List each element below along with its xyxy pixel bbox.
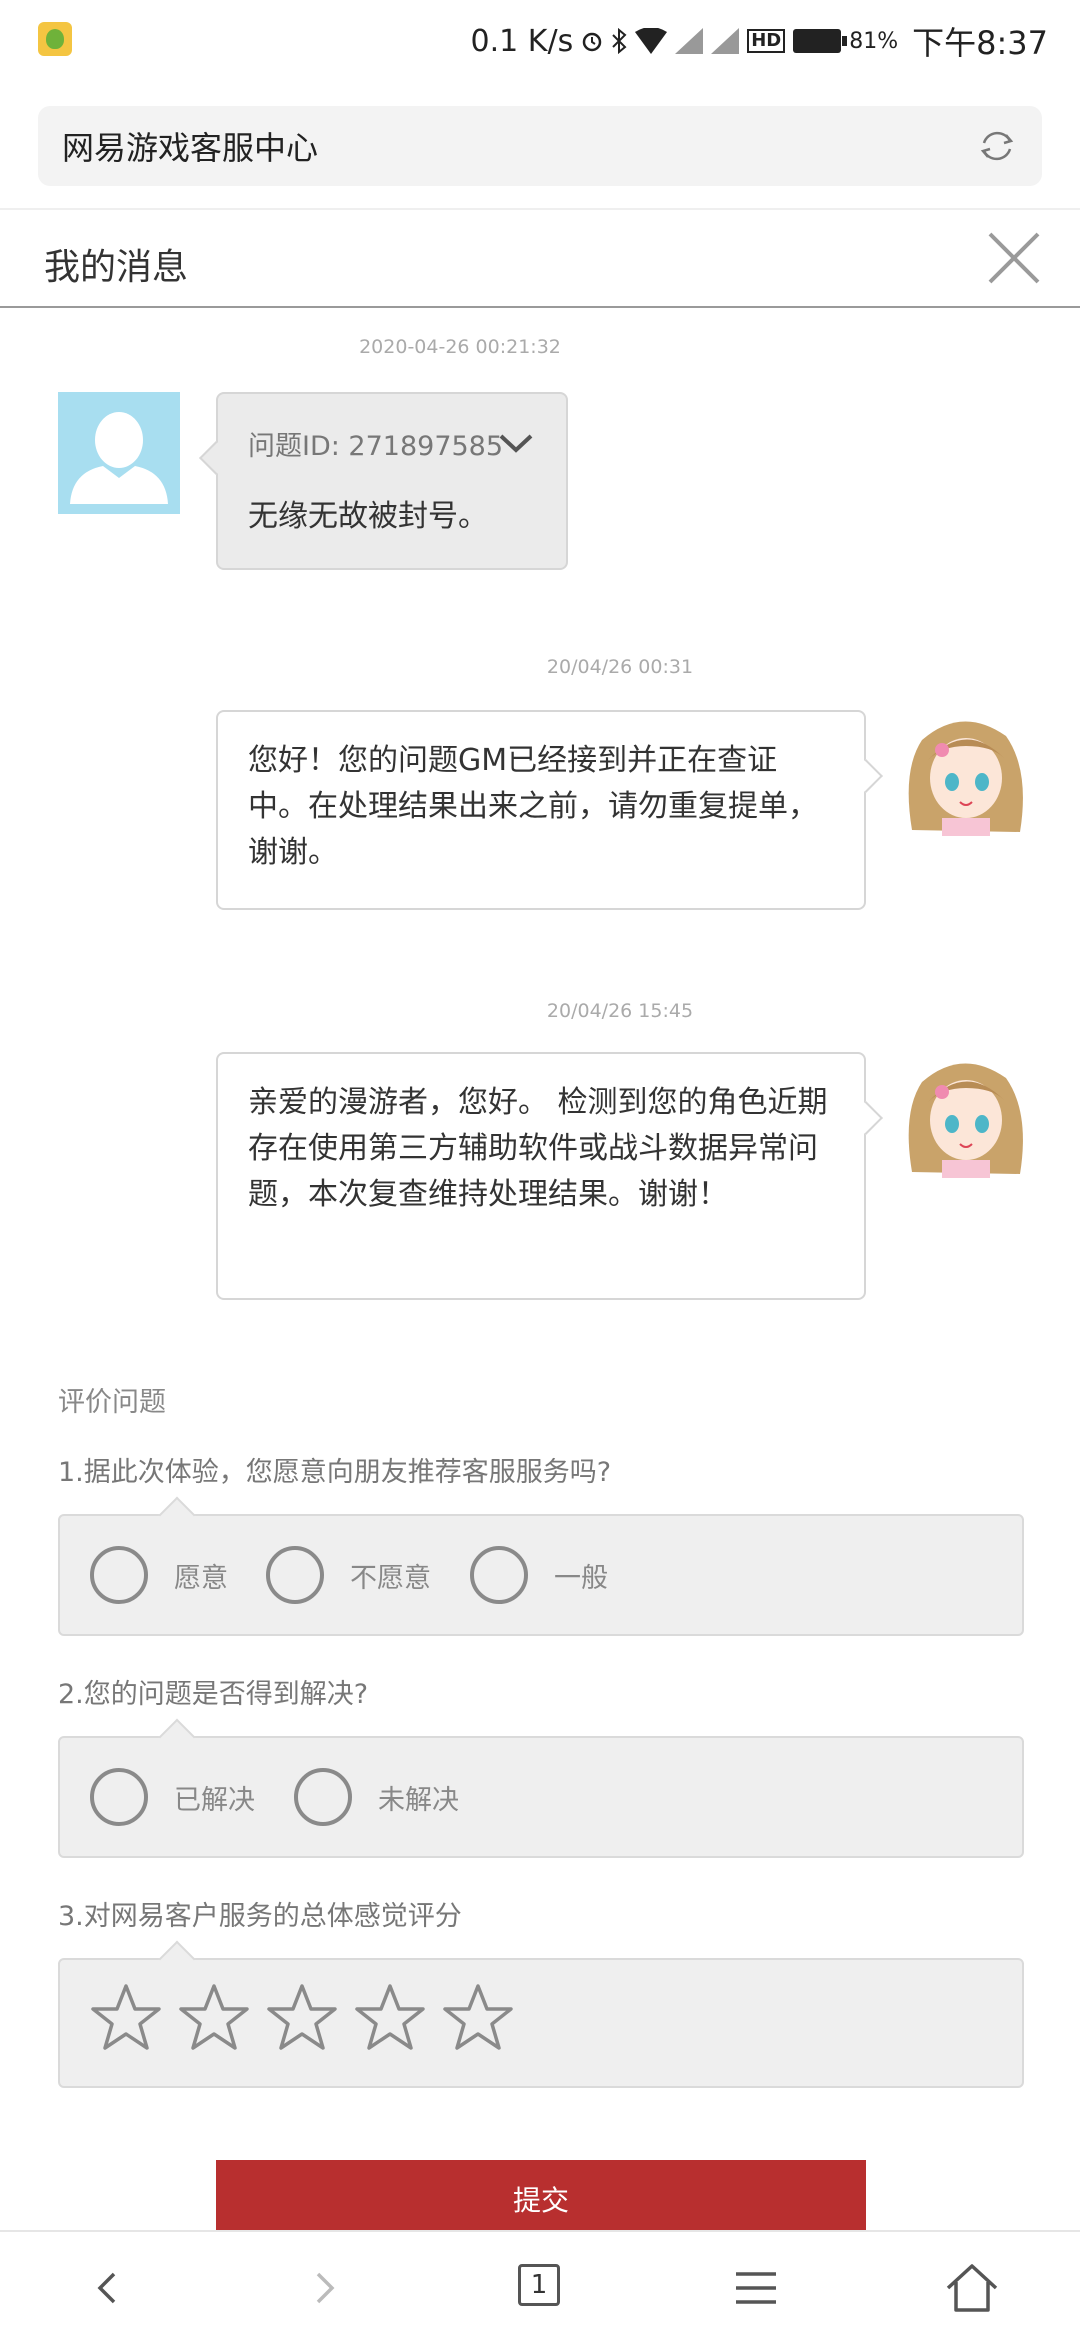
question-1: 1.据此次体验，您愿意向朋友推荐客服服务吗? [58,1457,612,1488]
hd-badge: HD [747,29,786,53]
star-icon[interactable] [90,1982,162,2054]
radio-unwilling[interactable]: 不愿意 [266,1516,431,1634]
question-3: 3.对网易客户服务的总体感觉评分 [58,1901,462,1932]
default-user-icon [70,412,168,504]
network-speed: 0.1 K/s [470,23,574,59]
radio-circle[interactable] [470,1546,528,1604]
user-message-bubble: 问题ID: 271897585 无缘无故被封号。 [216,392,568,570]
menu-icon[interactable] [726,2258,786,2318]
user-avatar [58,392,180,514]
bluetooth-icon [612,28,627,54]
address-bar[interactable]: 网易游戏客服中心 [38,106,1042,186]
battery-percent: 81% [849,28,899,54]
refresh-icon[interactable] [976,125,1018,167]
star-icon[interactable] [442,1982,514,2054]
battery-icon [793,29,848,53]
radio-label: 愿意 [174,1562,228,1594]
radio-label: 不愿意 [350,1562,431,1594]
radio-label: 已解决 [174,1784,255,1816]
radio-unresolved[interactable]: 未解决 [294,1738,459,1856]
bottom-nav: 1 [0,2230,1080,2340]
recommend-options: 愿意 不愿意 一般 [58,1514,1024,1636]
message-timestamp: 20/04/26 15:45 [546,1000,694,1022]
tabs-button[interactable]: 1 [518,2264,560,2306]
radio-circle[interactable] [90,1546,148,1604]
radio-label: 一般 [554,1562,608,1594]
rating-box [58,1958,1024,2088]
star-icon[interactable] [354,1982,426,2054]
status-bar: 0.1 K/s HD 81% 下午8:37 [0,0,1080,82]
radio-circle[interactable] [90,1768,148,1826]
issue-id: 问题ID: 271897585 [248,431,504,462]
message-timestamp: 2020-04-26 00:21:32 [359,336,561,358]
evaluation-section-label: 评价问题 [58,1387,166,1418]
gm-avatar-image [902,710,1028,836]
gm-avatar [902,1052,1028,1178]
gm-avatar-image [902,1052,1028,1178]
question-2: 2.您的问题是否得到解决? [58,1679,369,1710]
radio-resolved[interactable]: 已解决 [90,1738,255,1856]
submit-button[interactable]: 提交 [216,2160,866,2238]
home-icon[interactable] [942,2258,1002,2318]
app-notification-icon [38,22,72,56]
title-bar: 我的消息 [0,210,1080,308]
gm-message-bubble: 您好！您的问题GM已经接到并正在查证中。在处理结果出来之前，请勿重复提单，谢谢。 [216,710,866,910]
gm-message-bubble: 亲爱的漫游者，您好。 检测到您的角色近期存在使用第三方辅助软件或战斗数据异常问题… [216,1052,866,1300]
radio-willing[interactable]: 愿意 [90,1516,228,1634]
radio-circle[interactable] [266,1546,324,1604]
star-icon[interactable] [178,1982,250,2054]
radio-label: 未解决 [378,1784,459,1816]
page-title: 我的消息 [44,247,189,288]
chevron-down-icon[interactable] [498,432,534,456]
status-indicators: 0.1 K/s HD 81% 下午8:37 [471,18,1048,64]
signal-2-icon [711,28,740,54]
gm-avatar [902,710,1028,836]
message-timestamp: 20/04/26 00:31 [546,656,694,678]
forward-icon[interactable] [294,2258,354,2318]
clock: 下午8:37 [912,24,1048,62]
message-text: 无缘无故被封号。 [248,499,488,534]
star-icon[interactable] [266,1982,338,2054]
message-text: 亲爱的漫游者，您好。 检测到您的角色近期存在使用第三方辅助软件或战斗数据异常问题… [248,1085,828,1212]
resolved-options: 已解决 未解决 [58,1736,1024,1858]
alarm-icon [582,32,602,52]
radio-neutral[interactable]: 一般 [470,1516,608,1634]
message-text: 您好！您的问题GM已经接到并正在查证中。在处理结果出来之前，请勿重复提单，谢谢。 [248,743,818,870]
back-icon[interactable] [78,2258,138,2318]
close-icon[interactable] [986,230,1042,286]
signal-1-icon [675,28,704,54]
wifi-icon [635,28,668,54]
radio-circle[interactable] [294,1768,352,1826]
address-title: 网易游戏客服中心 [62,129,319,167]
